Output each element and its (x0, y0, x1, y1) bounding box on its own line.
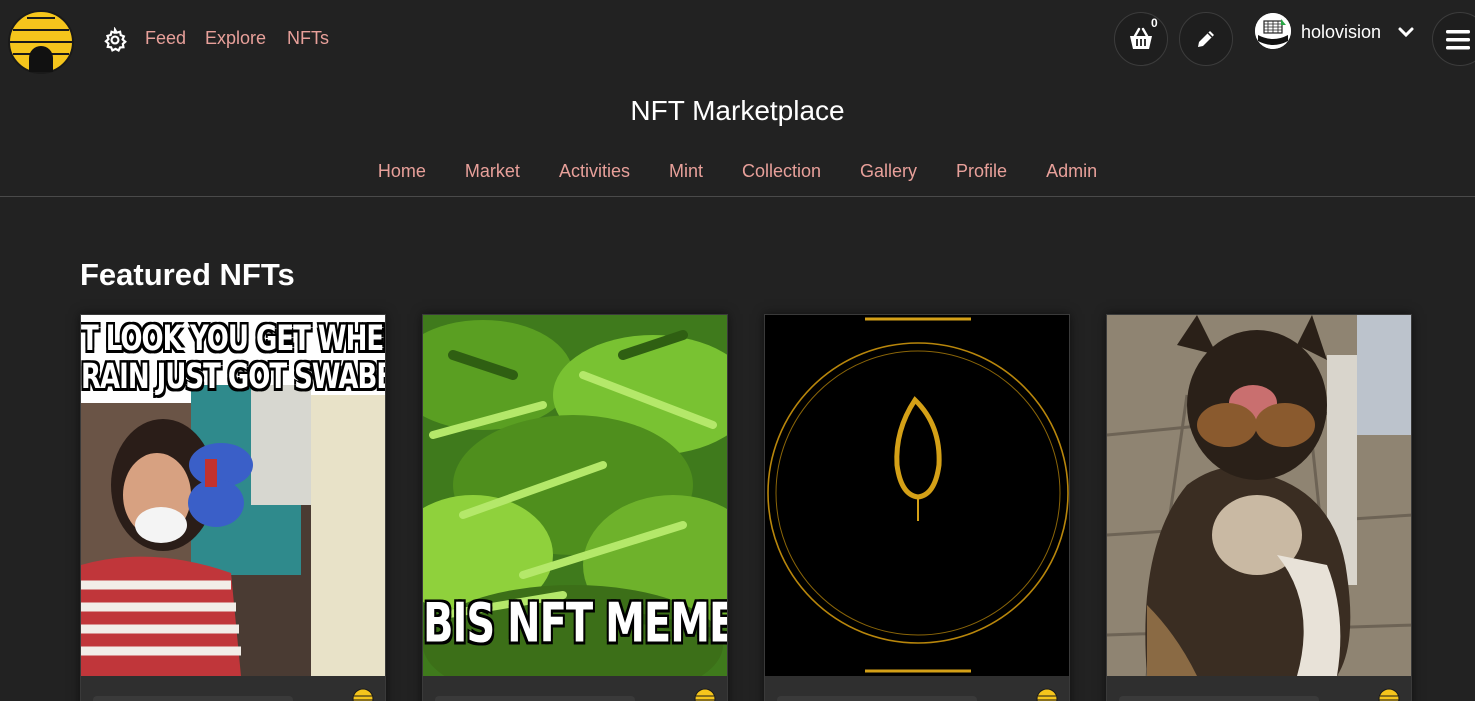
gear-icon[interactable] (102, 27, 128, 53)
meme-caption-top-line2: RAIN JUST GOT SWABBE (81, 357, 386, 398)
nft-card-footer (81, 676, 385, 701)
nft-title-placeholder (1119, 696, 1319, 701)
cart-button[interactable] (1114, 12, 1168, 66)
top-navbar: Feed Explore NFTs 0 holovision (0, 0, 1475, 82)
username-label[interactable]: holovision (1301, 22, 1381, 43)
meme-caption-top-line1: T LOOK YOU GET WHEN Y (81, 319, 385, 360)
hive-coin-icon (352, 688, 374, 701)
subnav-link-mint[interactable]: Mint (669, 161, 703, 182)
nft-card-image[interactable] (765, 315, 1069, 676)
nft-card-footer (1107, 676, 1411, 701)
nft-card-footer (765, 676, 1069, 701)
hive-coin-icon (694, 688, 716, 701)
hamburger-menu-icon (1446, 30, 1470, 50)
nft-card-2[interactable]: BIS NFT MEME ( (422, 314, 728, 701)
nft-card-image[interactable]: BIS NFT MEME ( (423, 315, 728, 676)
marketplace-subnav: Home Market Activities Mint Collection G… (0, 161, 1475, 182)
hive-coin-icon (1036, 688, 1058, 701)
nft-title-placeholder (93, 696, 293, 701)
nft-card-4[interactable] (1106, 314, 1412, 701)
pencil-icon (1198, 31, 1214, 47)
subnav-link-collection[interactable]: Collection (742, 161, 821, 182)
subnav-link-home[interactable]: Home (378, 161, 426, 182)
subnav-link-activities[interactable]: Activities (559, 161, 630, 182)
nav-link-feed[interactable]: Feed (145, 28, 186, 49)
nft-card-footer (423, 676, 727, 701)
nft-card-image[interactable]: T LOOK YOU GET WHEN Y RAIN JUST GOT SWAB… (81, 315, 386, 676)
meme-caption-bottom: BIS NFT MEME ( (423, 593, 728, 656)
subnav-link-profile[interactable]: Profile (956, 161, 1007, 182)
subnav-link-gallery[interactable]: Gallery (860, 161, 917, 182)
subnav-link-admin[interactable]: Admin (1046, 161, 1097, 182)
hive-coin-icon (1378, 688, 1400, 701)
nft-card-image[interactable] (1107, 315, 1411, 676)
chevron-down-icon[interactable] (1397, 24, 1415, 40)
nft-card-3[interactable] (764, 314, 1070, 701)
menu-button[interactable] (1432, 12, 1475, 66)
nav-link-nfts[interactable]: NFTs (287, 28, 329, 49)
featured-nfts-title: Featured NFTs (80, 257, 295, 292)
nft-card-1[interactable]: T LOOK YOU GET WHEN Y RAIN JUST GOT SWAB… (80, 314, 386, 701)
header-divider (0, 196, 1475, 197)
user-avatar[interactable] (1255, 13, 1291, 49)
nft-title-placeholder (435, 696, 635, 701)
beehive-logo-icon[interactable] (7, 4, 75, 74)
nav-link-explore[interactable]: Explore (205, 28, 266, 49)
subnav-link-market[interactable]: Market (465, 161, 520, 182)
page-title: NFT Marketplace (630, 95, 845, 126)
basket-icon (1130, 27, 1152, 49)
edit-button[interactable] (1179, 12, 1233, 66)
nft-title-placeholder (777, 696, 977, 701)
cart-count-badge: 0 (1151, 16, 1158, 30)
